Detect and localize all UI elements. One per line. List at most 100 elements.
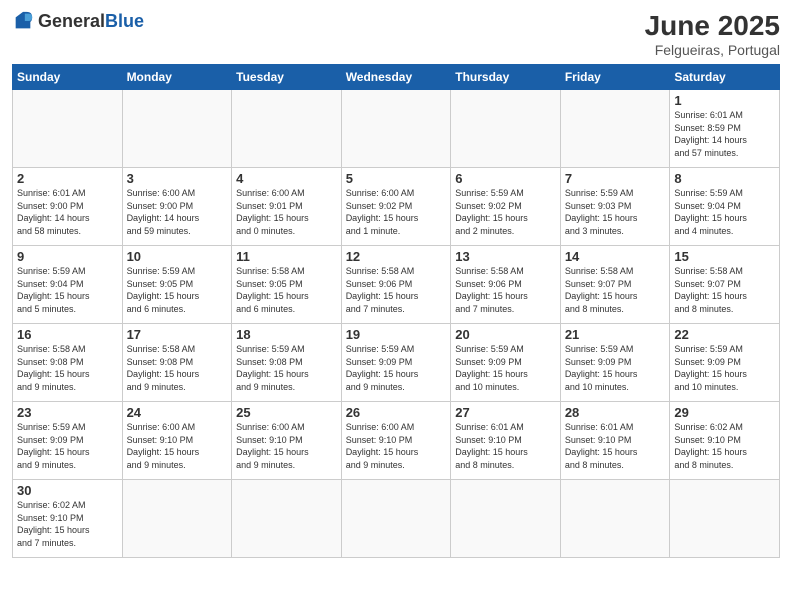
table-row: 29Sunrise: 6:02 AM Sunset: 9:10 PM Dayli… [670, 402, 780, 480]
day-number: 8 [674, 171, 775, 186]
day-info: Sunrise: 5:59 AM Sunset: 9:03 PM Dayligh… [565, 187, 666, 237]
day-number: 18 [236, 327, 337, 342]
day-info: Sunrise: 5:59 AM Sunset: 9:09 PM Dayligh… [565, 343, 666, 393]
day-info: Sunrise: 6:00 AM Sunset: 9:10 PM Dayligh… [236, 421, 337, 471]
table-row: 1Sunrise: 6:01 AM Sunset: 8:59 PM Daylig… [670, 90, 780, 168]
day-info: Sunrise: 5:59 AM Sunset: 9:09 PM Dayligh… [674, 343, 775, 393]
table-row: 27Sunrise: 6:01 AM Sunset: 9:10 PM Dayli… [451, 402, 561, 480]
day-info: Sunrise: 6:00 AM Sunset: 9:10 PM Dayligh… [346, 421, 447, 471]
day-number: 4 [236, 171, 337, 186]
table-row [451, 480, 561, 558]
table-row: 11Sunrise: 5:58 AM Sunset: 9:05 PM Dayli… [232, 246, 342, 324]
day-number: 14 [565, 249, 666, 264]
header-wednesday: Wednesday [341, 65, 451, 90]
day-info: Sunrise: 5:58 AM Sunset: 9:05 PM Dayligh… [236, 265, 337, 315]
header-monday: Monday [122, 65, 232, 90]
table-row [232, 90, 342, 168]
day-number: 7 [565, 171, 666, 186]
day-info: Sunrise: 6:00 AM Sunset: 9:10 PM Dayligh… [127, 421, 228, 471]
table-row: 7Sunrise: 5:59 AM Sunset: 9:03 PM Daylig… [560, 168, 670, 246]
table-row [122, 90, 232, 168]
table-row: 9Sunrise: 5:59 AM Sunset: 9:04 PM Daylig… [13, 246, 123, 324]
day-number: 13 [455, 249, 556, 264]
location: Felgueiras, Portugal [645, 42, 780, 58]
table-row: 28Sunrise: 6:01 AM Sunset: 9:10 PM Dayli… [560, 402, 670, 480]
table-row: 17Sunrise: 5:58 AM Sunset: 9:08 PM Dayli… [122, 324, 232, 402]
table-row: 2Sunrise: 6:01 AM Sunset: 9:00 PM Daylig… [13, 168, 123, 246]
table-row [341, 480, 451, 558]
calendar-row: 1Sunrise: 6:01 AM Sunset: 8:59 PM Daylig… [13, 90, 780, 168]
table-row: 3Sunrise: 6:00 AM Sunset: 9:00 PM Daylig… [122, 168, 232, 246]
day-info: Sunrise: 5:59 AM Sunset: 9:09 PM Dayligh… [346, 343, 447, 393]
main-container: GeneralBlue June 2025 Felgueiras, Portug… [0, 0, 792, 568]
day-info: Sunrise: 5:59 AM Sunset: 9:08 PM Dayligh… [236, 343, 337, 393]
table-row [560, 90, 670, 168]
day-info: Sunrise: 5:59 AM Sunset: 9:04 PM Dayligh… [674, 187, 775, 237]
table-row: 5Sunrise: 6:00 AM Sunset: 9:02 PM Daylig… [341, 168, 451, 246]
table-row: 25Sunrise: 6:00 AM Sunset: 9:10 PM Dayli… [232, 402, 342, 480]
table-row: 18Sunrise: 5:59 AM Sunset: 9:08 PM Dayli… [232, 324, 342, 402]
calendar-row: 9Sunrise: 5:59 AM Sunset: 9:04 PM Daylig… [13, 246, 780, 324]
header-sunday: Sunday [13, 65, 123, 90]
table-row: 10Sunrise: 5:59 AM Sunset: 9:05 PM Dayli… [122, 246, 232, 324]
table-row [560, 480, 670, 558]
header-saturday: Saturday [670, 65, 780, 90]
table-row: 6Sunrise: 5:59 AM Sunset: 9:02 PM Daylig… [451, 168, 561, 246]
day-number: 24 [127, 405, 228, 420]
day-info: Sunrise: 6:01 AM Sunset: 8:59 PM Dayligh… [674, 109, 775, 159]
calendar-row: 16Sunrise: 5:58 AM Sunset: 9:08 PM Dayli… [13, 324, 780, 402]
table-row: 19Sunrise: 5:59 AM Sunset: 9:09 PM Dayli… [341, 324, 451, 402]
day-number: 6 [455, 171, 556, 186]
table-row: 14Sunrise: 5:58 AM Sunset: 9:07 PM Dayli… [560, 246, 670, 324]
day-number: 17 [127, 327, 228, 342]
day-info: Sunrise: 6:01 AM Sunset: 9:00 PM Dayligh… [17, 187, 118, 237]
table-row [122, 480, 232, 558]
calendar-row: 30Sunrise: 6:02 AM Sunset: 9:10 PM Dayli… [13, 480, 780, 558]
table-row [451, 90, 561, 168]
day-info: Sunrise: 6:00 AM Sunset: 9:00 PM Dayligh… [127, 187, 228, 237]
table-row: 22Sunrise: 5:59 AM Sunset: 9:09 PM Dayli… [670, 324, 780, 402]
day-info: Sunrise: 5:58 AM Sunset: 9:08 PM Dayligh… [127, 343, 228, 393]
title-area: June 2025 Felgueiras, Portugal [645, 10, 780, 58]
day-number: 21 [565, 327, 666, 342]
table-row: 23Sunrise: 5:59 AM Sunset: 9:09 PM Dayli… [13, 402, 123, 480]
table-row [670, 480, 780, 558]
table-row: 20Sunrise: 5:59 AM Sunset: 9:09 PM Dayli… [451, 324, 561, 402]
calendar-row: 23Sunrise: 5:59 AM Sunset: 9:09 PM Dayli… [13, 402, 780, 480]
day-info: Sunrise: 5:59 AM Sunset: 9:05 PM Dayligh… [127, 265, 228, 315]
table-row: 15Sunrise: 5:58 AM Sunset: 9:07 PM Dayli… [670, 246, 780, 324]
day-info: Sunrise: 6:02 AM Sunset: 9:10 PM Dayligh… [674, 421, 775, 471]
day-info: Sunrise: 5:59 AM Sunset: 9:09 PM Dayligh… [455, 343, 556, 393]
header-tuesday: Tuesday [232, 65, 342, 90]
day-info: Sunrise: 5:58 AM Sunset: 9:08 PM Dayligh… [17, 343, 118, 393]
table-row [13, 90, 123, 168]
day-info: Sunrise: 6:02 AM Sunset: 9:10 PM Dayligh… [17, 499, 118, 549]
day-number: 11 [236, 249, 337, 264]
header-thursday: Thursday [451, 65, 561, 90]
logo-icon [12, 10, 34, 32]
table-row: 12Sunrise: 5:58 AM Sunset: 9:06 PM Dayli… [341, 246, 451, 324]
month-title: June 2025 [645, 10, 780, 42]
day-number: 1 [674, 93, 775, 108]
day-number: 26 [346, 405, 447, 420]
table-row: 8Sunrise: 5:59 AM Sunset: 9:04 PM Daylig… [670, 168, 780, 246]
day-info: Sunrise: 5:58 AM Sunset: 9:07 PM Dayligh… [674, 265, 775, 315]
day-info: Sunrise: 6:01 AM Sunset: 9:10 PM Dayligh… [565, 421, 666, 471]
table-row: 26Sunrise: 6:00 AM Sunset: 9:10 PM Dayli… [341, 402, 451, 480]
day-number: 28 [565, 405, 666, 420]
table-row [341, 90, 451, 168]
day-number: 20 [455, 327, 556, 342]
day-info: Sunrise: 6:00 AM Sunset: 9:02 PM Dayligh… [346, 187, 447, 237]
day-number: 3 [127, 171, 228, 186]
day-number: 22 [674, 327, 775, 342]
day-number: 25 [236, 405, 337, 420]
day-number: 15 [674, 249, 775, 264]
day-info: Sunrise: 5:59 AM Sunset: 9:09 PM Dayligh… [17, 421, 118, 471]
logo-general: General [38, 11, 105, 31]
header: GeneralBlue June 2025 Felgueiras, Portug… [12, 10, 780, 58]
day-number: 23 [17, 405, 118, 420]
day-info: Sunrise: 5:59 AM Sunset: 9:04 PM Dayligh… [17, 265, 118, 315]
table-row: 21Sunrise: 5:59 AM Sunset: 9:09 PM Dayli… [560, 324, 670, 402]
weekday-header-row: Sunday Monday Tuesday Wednesday Thursday… [13, 65, 780, 90]
logo-blue: Blue [105, 11, 144, 31]
